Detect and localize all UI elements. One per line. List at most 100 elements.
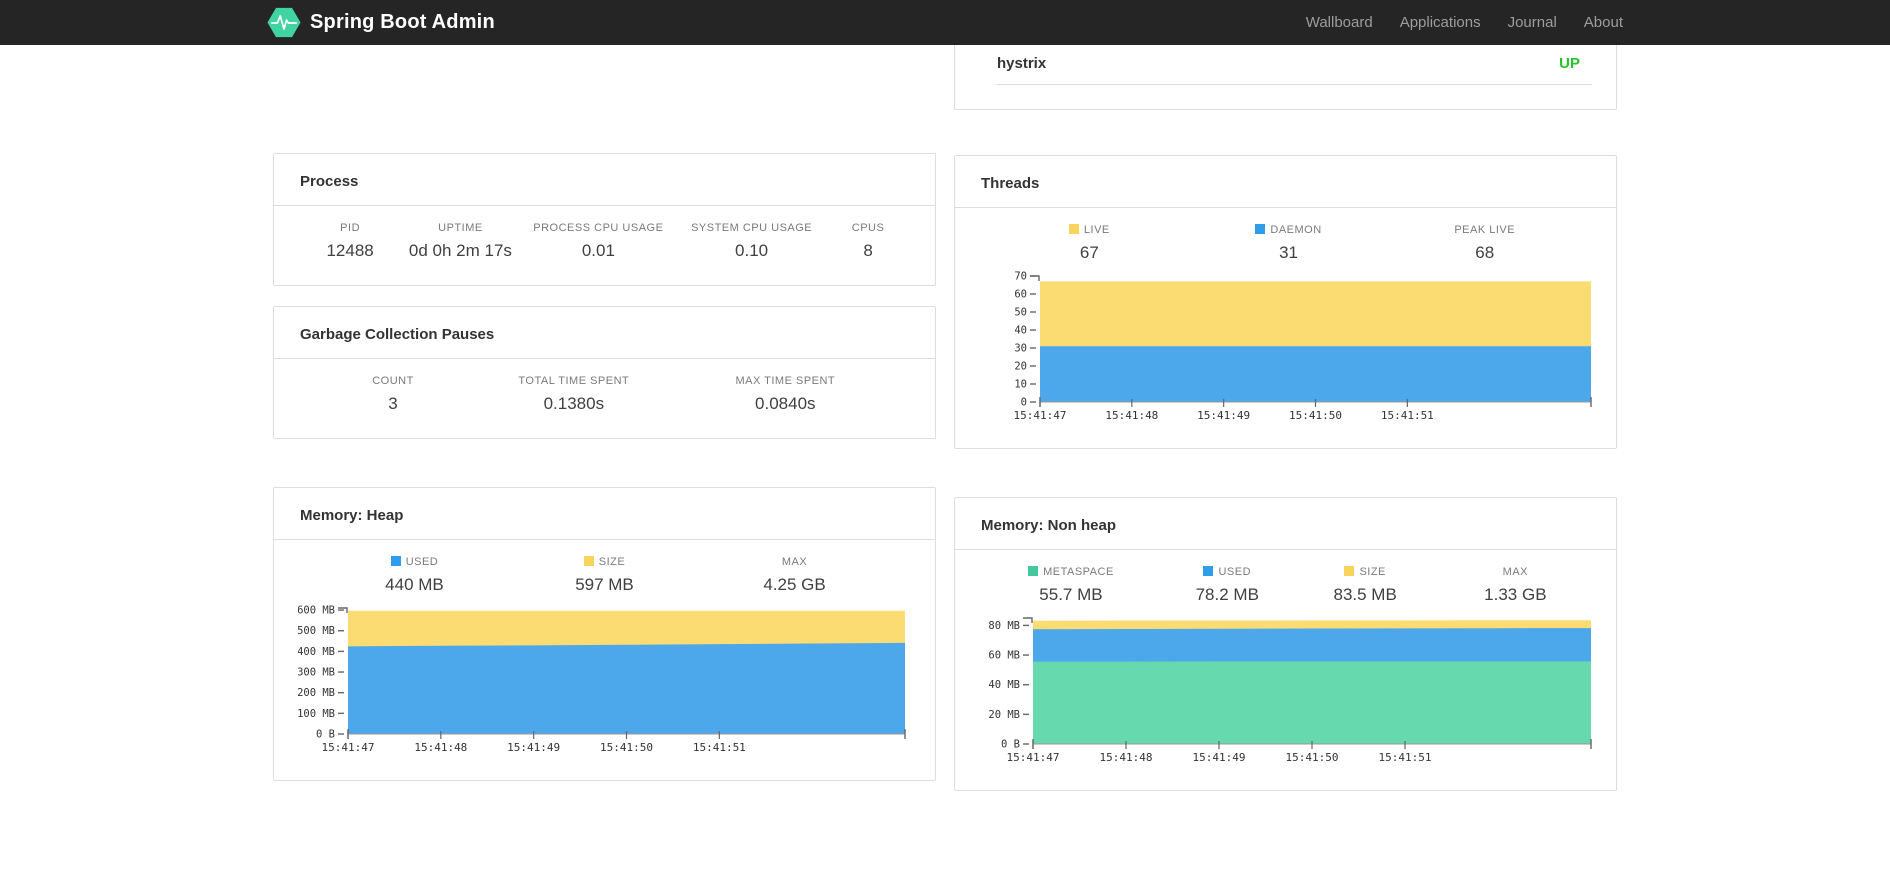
legend-label: PEAK LIVE [1454, 224, 1516, 236]
svg-text:0 B: 0 B [1001, 739, 1020, 751]
legend-swatch-size [583, 556, 594, 566]
left-column: Process PID 12488 UPTIME 0d 0h 2m 17s PR… [273, 45, 936, 791]
svg-text:15:41:47: 15:41:47 [1014, 409, 1067, 422]
metric-value: 12488 [326, 241, 374, 260]
metric-label: CPUS [851, 222, 885, 234]
gc-card-title: Garbage Collection Pauses [274, 307, 935, 359]
nav-links: Wallboard Applications Journal About [1279, 14, 1623, 31]
svg-text:15:41:49: 15:41:49 [1193, 751, 1246, 764]
metric-label: PROCESS CPU USAGE [533, 222, 664, 234]
application-status-card: hystrix UP [954, 45, 1617, 110]
svg-text:50: 50 [1014, 307, 1027, 319]
legend-value: 55.7 MB [1039, 585, 1103, 604]
svg-text:15:41:51: 15:41:51 [1379, 751, 1432, 764]
metric-label: COUNT [372, 375, 414, 387]
svg-text:60: 60 [1014, 289, 1027, 301]
svg-text:20: 20 [1014, 361, 1027, 373]
memory-nonheap-chart: 80 MB 60 MB 40 MB 20 MB 0 B 15:41:47 15:41:48 1… [979, 613, 1592, 766]
legend-label: MAX [1502, 566, 1529, 578]
application-row[interactable]: hystrix UP [997, 45, 1592, 85]
svg-text:20 MB: 20 MB [988, 709, 1020, 721]
legend-value: 597 MB [575, 575, 634, 594]
right-column: hystrix UP Threads LIVE 67 DAEMON 31 PEA… [954, 45, 1617, 791]
memory-heap-chart: 600 MB 500 MB 400 MB 300 MB 200 MB 100 MB 0 B1… [298, 603, 911, 756]
gc-metrics: COUNT 3 TOTAL TIME SPENT 0.1380s MAX TIM… [298, 375, 911, 414]
svg-text:15:41:50: 15:41:50 [1289, 409, 1342, 422]
legend-swatch-used [1203, 566, 1214, 576]
svg-text:15:41:50: 15:41:50 [1286, 751, 1339, 764]
legend-label: MAX [781, 556, 808, 568]
legend-swatch-daemon [1255, 224, 1266, 234]
svg-text:400 MB: 400 MB [298, 646, 335, 658]
legend-value: 1.33 GB [1484, 585, 1547, 604]
svg-text:15:41:49: 15:41:49 [507, 741, 560, 754]
svg-text:15:41:51: 15:41:51 [693, 741, 746, 754]
svg-text:70: 70 [1014, 271, 1027, 283]
brand[interactable]: Spring Boot Admin [267, 7, 495, 38]
nonheap-legend: METASPACE 55.7 MB USED 78.2 MB SIZE 83.5… [979, 566, 1592, 605]
metric-label: SYSTEM CPU USAGE [691, 222, 813, 234]
metric-label: PID [340, 222, 361, 234]
svg-text:15:41:47: 15:41:47 [1007, 751, 1060, 764]
metric-value: 8 [863, 241, 873, 260]
svg-text:15:41:48: 15:41:48 [1105, 409, 1158, 422]
memory-heap-card: Memory: Heap USED 440 MB SIZE 597 MB MAX… [273, 487, 936, 781]
nav-item-wallboard[interactable]: Wallboard [1306, 14, 1373, 31]
legend-swatch-metaspace [1028, 566, 1039, 576]
threads-legend: LIVE 67 DAEMON 31 PEAK LIVE 68 [979, 224, 1592, 263]
legend-value: 68 [1475, 243, 1495, 262]
gc-card: Garbage Collection Pauses COUNT 3 TOTAL … [273, 306, 936, 439]
legend-label: SIZE [598, 556, 626, 568]
svg-text:200 MB: 200 MB [298, 687, 335, 699]
legend-value: 67 [1079, 243, 1099, 262]
spring-boot-admin-logo-icon [267, 7, 301, 38]
metric-label: TOTAL TIME SPENT [518, 375, 630, 387]
legend-value: 78.2 MB [1195, 585, 1259, 604]
nav-item-journal[interactable]: Journal [1508, 14, 1557, 31]
nav-item-about[interactable]: About [1584, 14, 1623, 31]
memory-nonheap-card-title: Memory: Non heap [955, 498, 1616, 550]
memory-heap-card-title: Memory: Heap [274, 488, 935, 540]
threads-chart: 70 60 50 40 30 20 10 0 15:41:47 15:41:48 15:41:49 1… [979, 271, 1592, 424]
metric-value: 0.0840s [755, 394, 816, 413]
svg-text:500 MB: 500 MB [298, 625, 335, 637]
metric-value: 3 [388, 394, 398, 413]
heap-legend: USED 440 MB SIZE 597 MB MAX 4.25 GB [298, 556, 911, 595]
legend-label: SIZE [1359, 566, 1386, 578]
svg-text:15:41:47: 15:41:47 [322, 741, 375, 754]
svg-text:30: 30 [1014, 343, 1027, 355]
metric-label: MAX TIME SPENT [735, 375, 836, 387]
navbar: Spring Boot Admin Wallboard Applications… [0, 0, 1890, 45]
threads-card: Threads LIVE 67 DAEMON 31 PEAK LIVE 68 7… [954, 155, 1617, 449]
legend-label: DAEMON [1270, 224, 1322, 236]
memory-nonheap-card: Memory: Non heap METASPACE 55.7 MB USED … [954, 497, 1617, 791]
svg-text:15:41:49: 15:41:49 [1197, 409, 1250, 422]
legend-label: USED [1218, 566, 1252, 578]
legend-swatch-size [1344, 566, 1355, 576]
threads-card-title: Threads [955, 156, 1616, 208]
svg-text:600 MB: 600 MB [298, 605, 335, 617]
nav-item-applications[interactable]: Applications [1400, 14, 1481, 31]
metric-value: 0.1380s [543, 394, 605, 413]
legend-value: 31 [1279, 243, 1299, 262]
legend-label: METASPACE [1043, 566, 1114, 578]
process-card-title: Process [274, 154, 935, 206]
svg-text:80 MB: 80 MB [988, 620, 1020, 632]
legend-value: 83.5 MB [1333, 585, 1397, 604]
legend-label: USED [405, 556, 439, 568]
svg-text:15:41:50: 15:41:50 [600, 741, 653, 754]
svg-text:300 MB: 300 MB [298, 667, 335, 679]
svg-text:40 MB: 40 MB [988, 679, 1020, 691]
svg-text:15:41:48: 15:41:48 [414, 741, 467, 754]
metric-label: UPTIME [438, 222, 483, 234]
brand-title: Spring Boot Admin [310, 11, 495, 33]
svg-text:10: 10 [1014, 379, 1027, 391]
svg-text:60 MB: 60 MB [988, 650, 1020, 662]
process-card: Process PID 12488 UPTIME 0d 0h 2m 17s PR… [273, 153, 936, 286]
legend-value: 440 MB [385, 575, 444, 594]
legend-swatch-live [1068, 224, 1079, 234]
main-content: Process PID 12488 UPTIME 0d 0h 2m 17s PR… [273, 45, 1617, 791]
legend-label: LIVE [1083, 224, 1110, 236]
svg-text:0: 0 [1021, 397, 1027, 409]
metric-value: 0d 0h 2m 17s [408, 241, 512, 260]
